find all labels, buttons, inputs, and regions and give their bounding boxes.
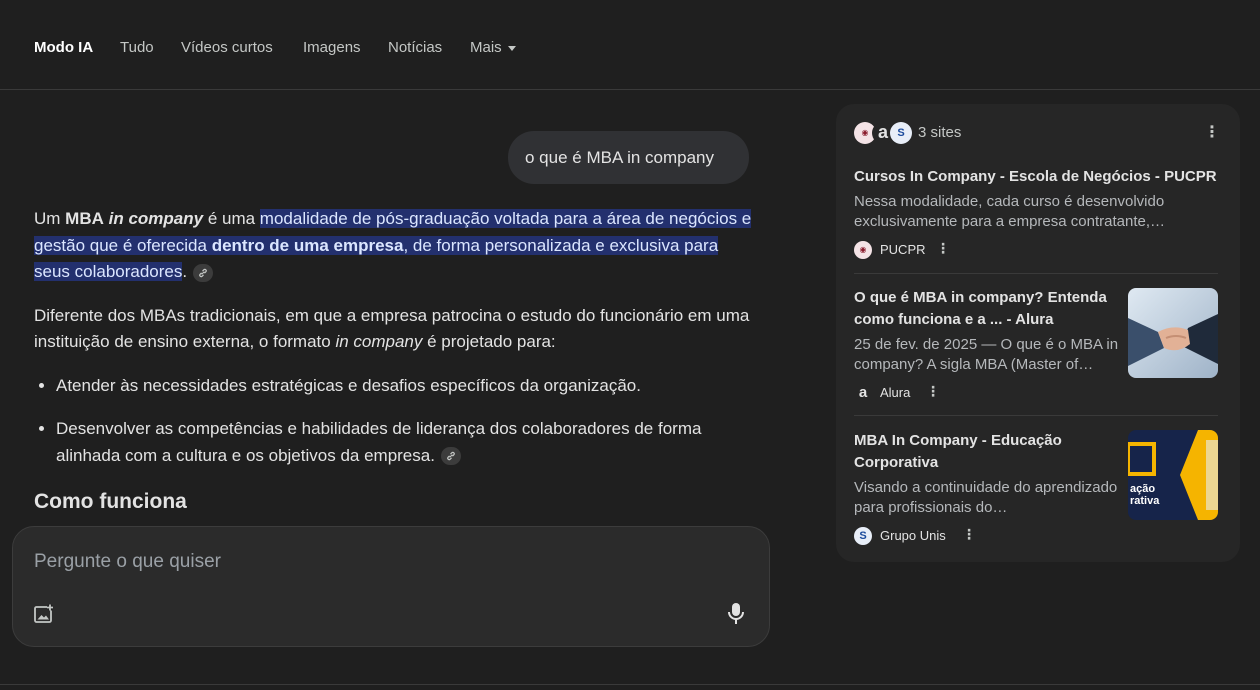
- source-attribution: a Alura ⋮: [854, 383, 1119, 403]
- list-item: Desenvolver as competências e habilidade…: [56, 416, 754, 469]
- sites-count: 3 sites: [918, 124, 962, 141]
- tab-tudo[interactable]: Tudo: [120, 39, 154, 56]
- bold-term: MBA: [65, 209, 104, 228]
- tab-modo-ia[interactable]: Modo IA: [34, 39, 93, 56]
- text: Um: [34, 209, 66, 228]
- alura-favicon-icon: a: [854, 384, 872, 402]
- source-attribution: ◉ PUCPR ⋮: [854, 240, 1220, 260]
- more-options-icon[interactable]: ⋮: [926, 383, 940, 400]
- list-item: Atender às necessidades estratégicas e d…: [56, 373, 754, 400]
- source-card[interactable]: MBA In Company - Educação Corporativa Vi…: [854, 430, 1119, 546]
- text: é projetado para:: [422, 332, 556, 351]
- answer-bullet-list: Atender às necessidades estratégicas e d…: [34, 373, 754, 470]
- tab-videos-curtos[interactable]: Vídeos curtos: [181, 39, 273, 56]
- ask-composer[interactable]: Pergunte o que quiser: [12, 526, 770, 647]
- search-tabs-bar: Modo IA Tudo Vídeos curtos Imagens Notíc…: [0, 0, 1260, 90]
- bottom-divider: [0, 684, 1260, 685]
- more-options-icon[interactable]: ⋮: [962, 526, 976, 543]
- text: é uma: [203, 209, 260, 228]
- chevron-down-icon: [507, 45, 516, 51]
- citation-link-icon[interactable]: [193, 263, 214, 282]
- bold-italic-term: in company: [109, 209, 203, 228]
- tab-mais[interactable]: Mais: [470, 39, 516, 56]
- source-card-title[interactable]: Cursos In Company - Escola de Negócios -…: [854, 166, 1220, 188]
- bold-term: dentro de uma empresa: [211, 235, 404, 255]
- tab-mais-label: Mais: [470, 39, 502, 56]
- source-card-snippet: Visando a continuidade do aprendizado pa…: [854, 479, 1118, 516]
- divider: [854, 415, 1218, 416]
- italic-term: in company: [108, 209, 204, 228]
- citation-link-icon[interactable]: [440, 447, 461, 466]
- list-item-text: Atender às necessidades estratégicas e d…: [56, 375, 641, 395]
- source-card-title[interactable]: O que é MBA in company? Entenda como fun…: [854, 287, 1119, 331]
- divider: [854, 273, 1218, 274]
- source-card-title[interactable]: MBA In Company - Educação Corporativa: [854, 430, 1119, 474]
- ai-answer: Um MBA in company é uma modalidade de pó…: [34, 206, 754, 516]
- banner-text-line-1: ação: [1130, 483, 1155, 495]
- italic-term: in company: [335, 332, 423, 351]
- source-attribution: S Grupo Unis ⋮: [854, 526, 1119, 546]
- text: .: [182, 262, 188, 281]
- user-query-text: o que é MBA in company: [525, 148, 715, 167]
- source-name: PUCPR: [880, 242, 926, 257]
- grupo-unis-favicon-icon: S: [854, 527, 872, 545]
- answer-paragraph-1: Um MBA in company é uma modalidade de pó…: [34, 206, 754, 286]
- handshake-image[interactable]: [1128, 288, 1218, 378]
- list-item-text: Desenvolver as competências e habilidade…: [56, 419, 702, 465]
- grupo-unis-favicon-icon: S: [890, 122, 912, 144]
- answer-paragraph-2: Diferente dos MBAs tradicionais, em que …: [34, 303, 754, 356]
- sources-panel: ◉ a S 3 sites ⋮ Cursos In Company - Esco…: [836, 104, 1240, 562]
- microphone-icon[interactable]: [725, 601, 747, 632]
- section-heading: Como funciona: [34, 490, 187, 513]
- source-card[interactable]: Cursos In Company - Escola de Negócios -…: [854, 166, 1220, 260]
- pucpr-favicon-icon: ◉: [854, 241, 872, 259]
- more-options-icon[interactable]: ⋮: [1204, 122, 1220, 142]
- tab-noticias[interactable]: Notícias: [388, 39, 442, 56]
- educacao-corporativa-banner[interactable]: ação rativa: [1128, 430, 1218, 520]
- composer-input[interactable]: Pergunte o que quiser: [34, 551, 221, 573]
- source-name: Alura: [880, 385, 911, 400]
- source-card[interactable]: O que é MBA in company? Entenda como fun…: [854, 287, 1119, 403]
- source-name: Grupo Unis: [880, 528, 946, 543]
- user-query-bubble: o que é MBA in company: [508, 131, 749, 184]
- source-card-snippet: Nessa modalidade, cada curso é desenvolv…: [854, 193, 1165, 230]
- source-card-snippet: 25 de fev. de 2025 — O que é o MBA in co…: [854, 336, 1119, 373]
- tab-imagens[interactable]: Imagens: [303, 39, 361, 56]
- more-options-icon[interactable]: ⋮: [936, 240, 950, 257]
- banner-text-line-2: rativa: [1130, 495, 1160, 507]
- add-image-icon[interactable]: [33, 603, 55, 630]
